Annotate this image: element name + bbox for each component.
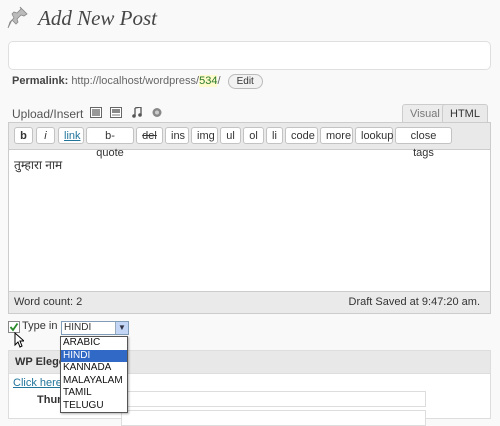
post-editor: b i link b-quote del ins img ul ol li co…: [8, 122, 491, 314]
add-audio-icon[interactable]: [131, 107, 143, 118]
permalink-url-prefix: http://localhost/wordpress/: [71, 75, 200, 87]
qt-ins-button[interactable]: ins: [165, 127, 189, 144]
qt-ol-button[interactable]: ol: [243, 127, 264, 144]
page-title: Add New Post: [38, 6, 157, 30]
permalink-label: Permalink:: [12, 75, 69, 87]
qt-link-button[interactable]: link: [58, 127, 84, 144]
permalink-slug[interactable]: 534: [199, 75, 218, 87]
language-option[interactable]: KANNADA: [61, 362, 127, 375]
language-select[interactable]: HINDI ▼: [61, 321, 129, 335]
mouse-cursor-icon: [14, 332, 24, 348]
language-select-value: HINDI: [64, 322, 92, 333]
qt-img-button[interactable]: img: [191, 127, 218, 144]
qt-lookup-button[interactable]: lookup: [355, 127, 393, 144]
permalink: Permalink: http://localhost/wordpress/53…: [12, 74, 263, 89]
qt-more-button[interactable]: more: [320, 127, 353, 144]
qt-bold-button[interactable]: b: [14, 127, 33, 144]
panel-heading: WP Elego: [15, 356, 66, 368]
word-count: Word count: 2: [14, 296, 83, 308]
checkmark-icon: [9, 322, 19, 332]
post-title-input[interactable]: [8, 41, 491, 70]
editor-status-bar: Word count: 2 Draft Saved at 9:47:20 am.: [9, 291, 490, 313]
qt-li-button[interactable]: li: [266, 127, 283, 144]
qt-italic-button[interactable]: i: [36, 127, 55, 144]
chevron-down-icon[interactable]: ▼: [115, 322, 128, 334]
qt-bquote-button[interactable]: b-quote: [86, 127, 134, 159]
language-option[interactable]: ARABIC: [61, 337, 127, 350]
upload-insert-label: Upload/Insert: [12, 107, 84, 121]
type-in-label: Type in: [22, 320, 58, 332]
pushpin-icon: [7, 6, 28, 29]
permalink-url-suffix: /: [217, 75, 221, 87]
add-media-icon[interactable]: [151, 107, 163, 118]
draft-saved-status: Draft Saved at 9:47:20 am.: [348, 296, 480, 308]
tab-visual[interactable]: Visual: [402, 104, 448, 123]
tab-html[interactable]: HTML: [442, 104, 488, 123]
add-image-icon[interactable]: [90, 107, 102, 118]
add-video-icon[interactable]: [110, 107, 122, 118]
qt-ul-button[interactable]: ul: [220, 127, 241, 144]
language-option[interactable]: TAMIL: [61, 387, 127, 400]
thumbnail-input[interactable]: [121, 391, 426, 407]
quicktags-toolbar: b i link b-quote del ins img ul ol li co…: [9, 123, 490, 159]
language-option[interactable]: TELUGU: [61, 400, 127, 413]
language-option[interactable]: MALAYALAM: [61, 375, 127, 388]
panel-field-input[interactable]: [121, 410, 426, 426]
editor-content[interactable]: तुम्हारा नाम: [14, 156, 62, 173]
qt-close-tags-button[interactable]: close tags: [395, 127, 452, 159]
qt-del-button[interactable]: del: [136, 127, 163, 144]
edit-permalink-button[interactable]: Edit: [227, 74, 263, 89]
language-option-selected[interactable]: HINDI: [61, 349, 127, 362]
language-dropdown-list: ARABIC HINDI KANNADA MALAYALAM TAMIL TEL…: [60, 336, 128, 413]
qt-code-button[interactable]: code: [285, 127, 318, 144]
